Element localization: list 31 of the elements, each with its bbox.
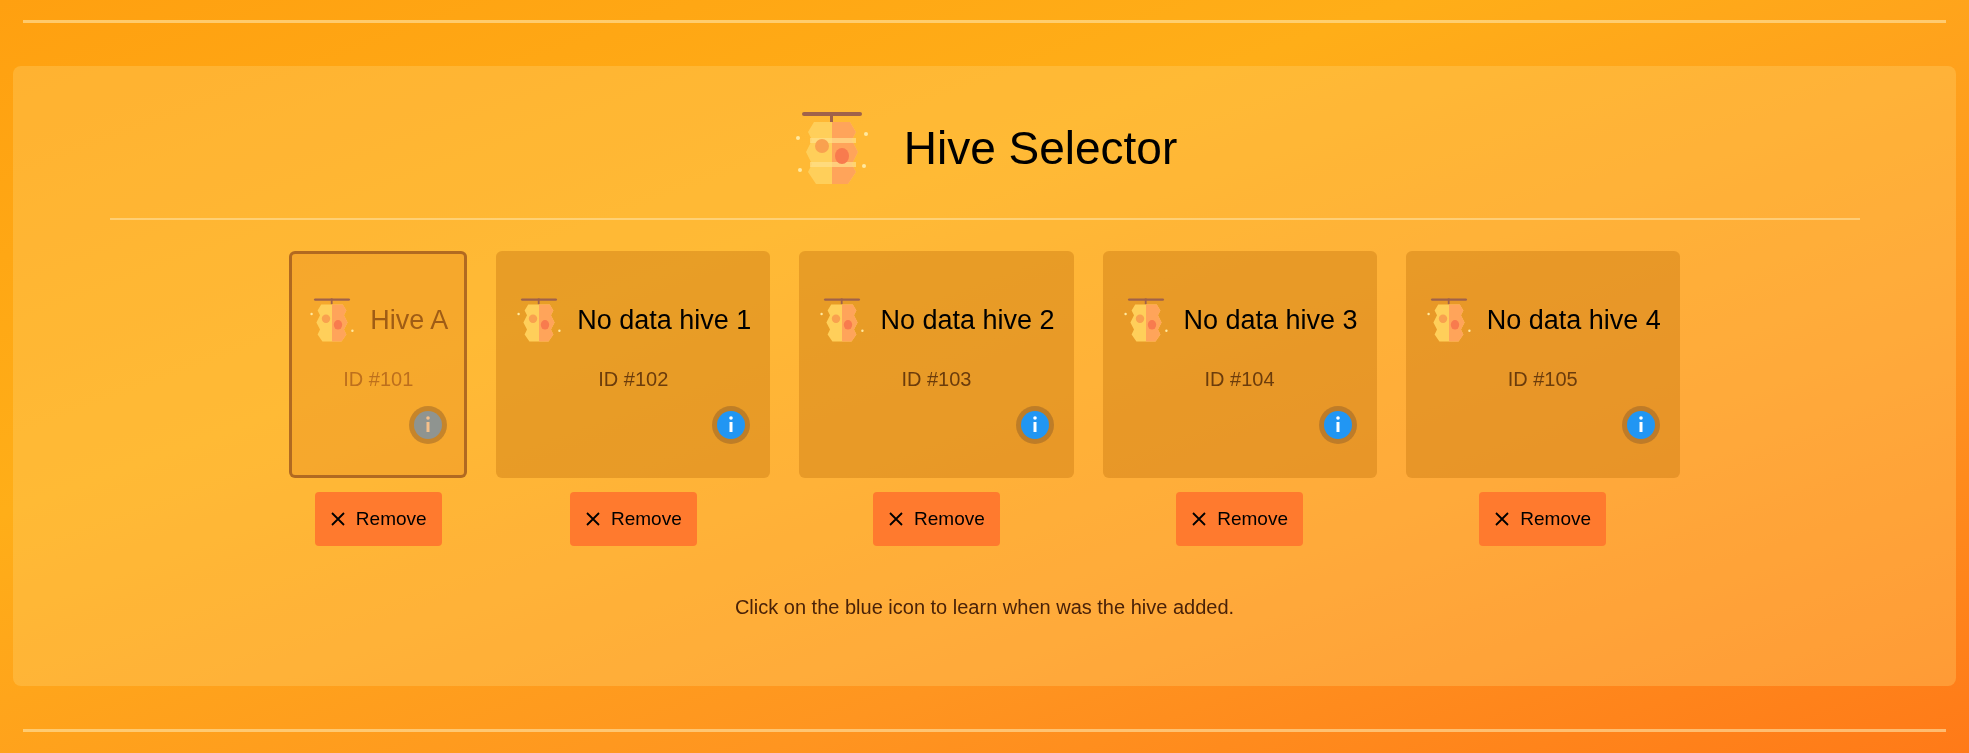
hive-card[interactable]: No data hive 4 ID #105 [1405, 251, 1680, 478]
remove-button[interactable]: Remove [1479, 492, 1607, 546]
hive-id: ID #103 [901, 368, 972, 391]
info-icon[interactable] [1620, 405, 1661, 445]
close-icon [1191, 511, 1208, 527]
close-icon [1494, 511, 1511, 527]
close-icon [329, 511, 346, 527]
hive-name: No data hive 1 [577, 304, 752, 336]
hive-name: Hive A [370, 304, 449, 336]
hive-id: ID #104 [1204, 368, 1275, 391]
remove-button[interactable]: Remove [569, 492, 697, 546]
hive-card[interactable]: No data hive 2 ID #103 [799, 251, 1074, 478]
info-icon[interactable] [1014, 405, 1055, 445]
hive-id: ID #102 [598, 368, 669, 391]
remove-button[interactable]: Remove [1176, 492, 1303, 546]
hive-card[interactable]: No data hive 1 ID #102 [496, 251, 771, 478]
hive-name: No data hive 3 [1183, 304, 1358, 336]
hive-id: ID #101 [343, 368, 414, 391]
remove-button[interactable]: Remove [314, 492, 442, 546]
hint-text: Click on the blue icon to learn when was the hive added. [734, 596, 1235, 619]
page-title: Hive Selector [903, 121, 1178, 175]
info-icon[interactable] [711, 405, 752, 445]
info-icon[interactable] [408, 405, 449, 445]
hive-id: ID #105 [1507, 368, 1578, 391]
close-icon [888, 511, 905, 527]
close-icon [584, 511, 601, 527]
remove-button[interactable]: Remove [873, 492, 1000, 546]
hive-name: No data hive 2 [880, 304, 1055, 336]
hive-card[interactable]: No data hive 3 ID #104 [1102, 251, 1377, 478]
hive-name: No data hive 4 [1486, 304, 1661, 336]
info-icon[interactable] [1317, 405, 1358, 445]
